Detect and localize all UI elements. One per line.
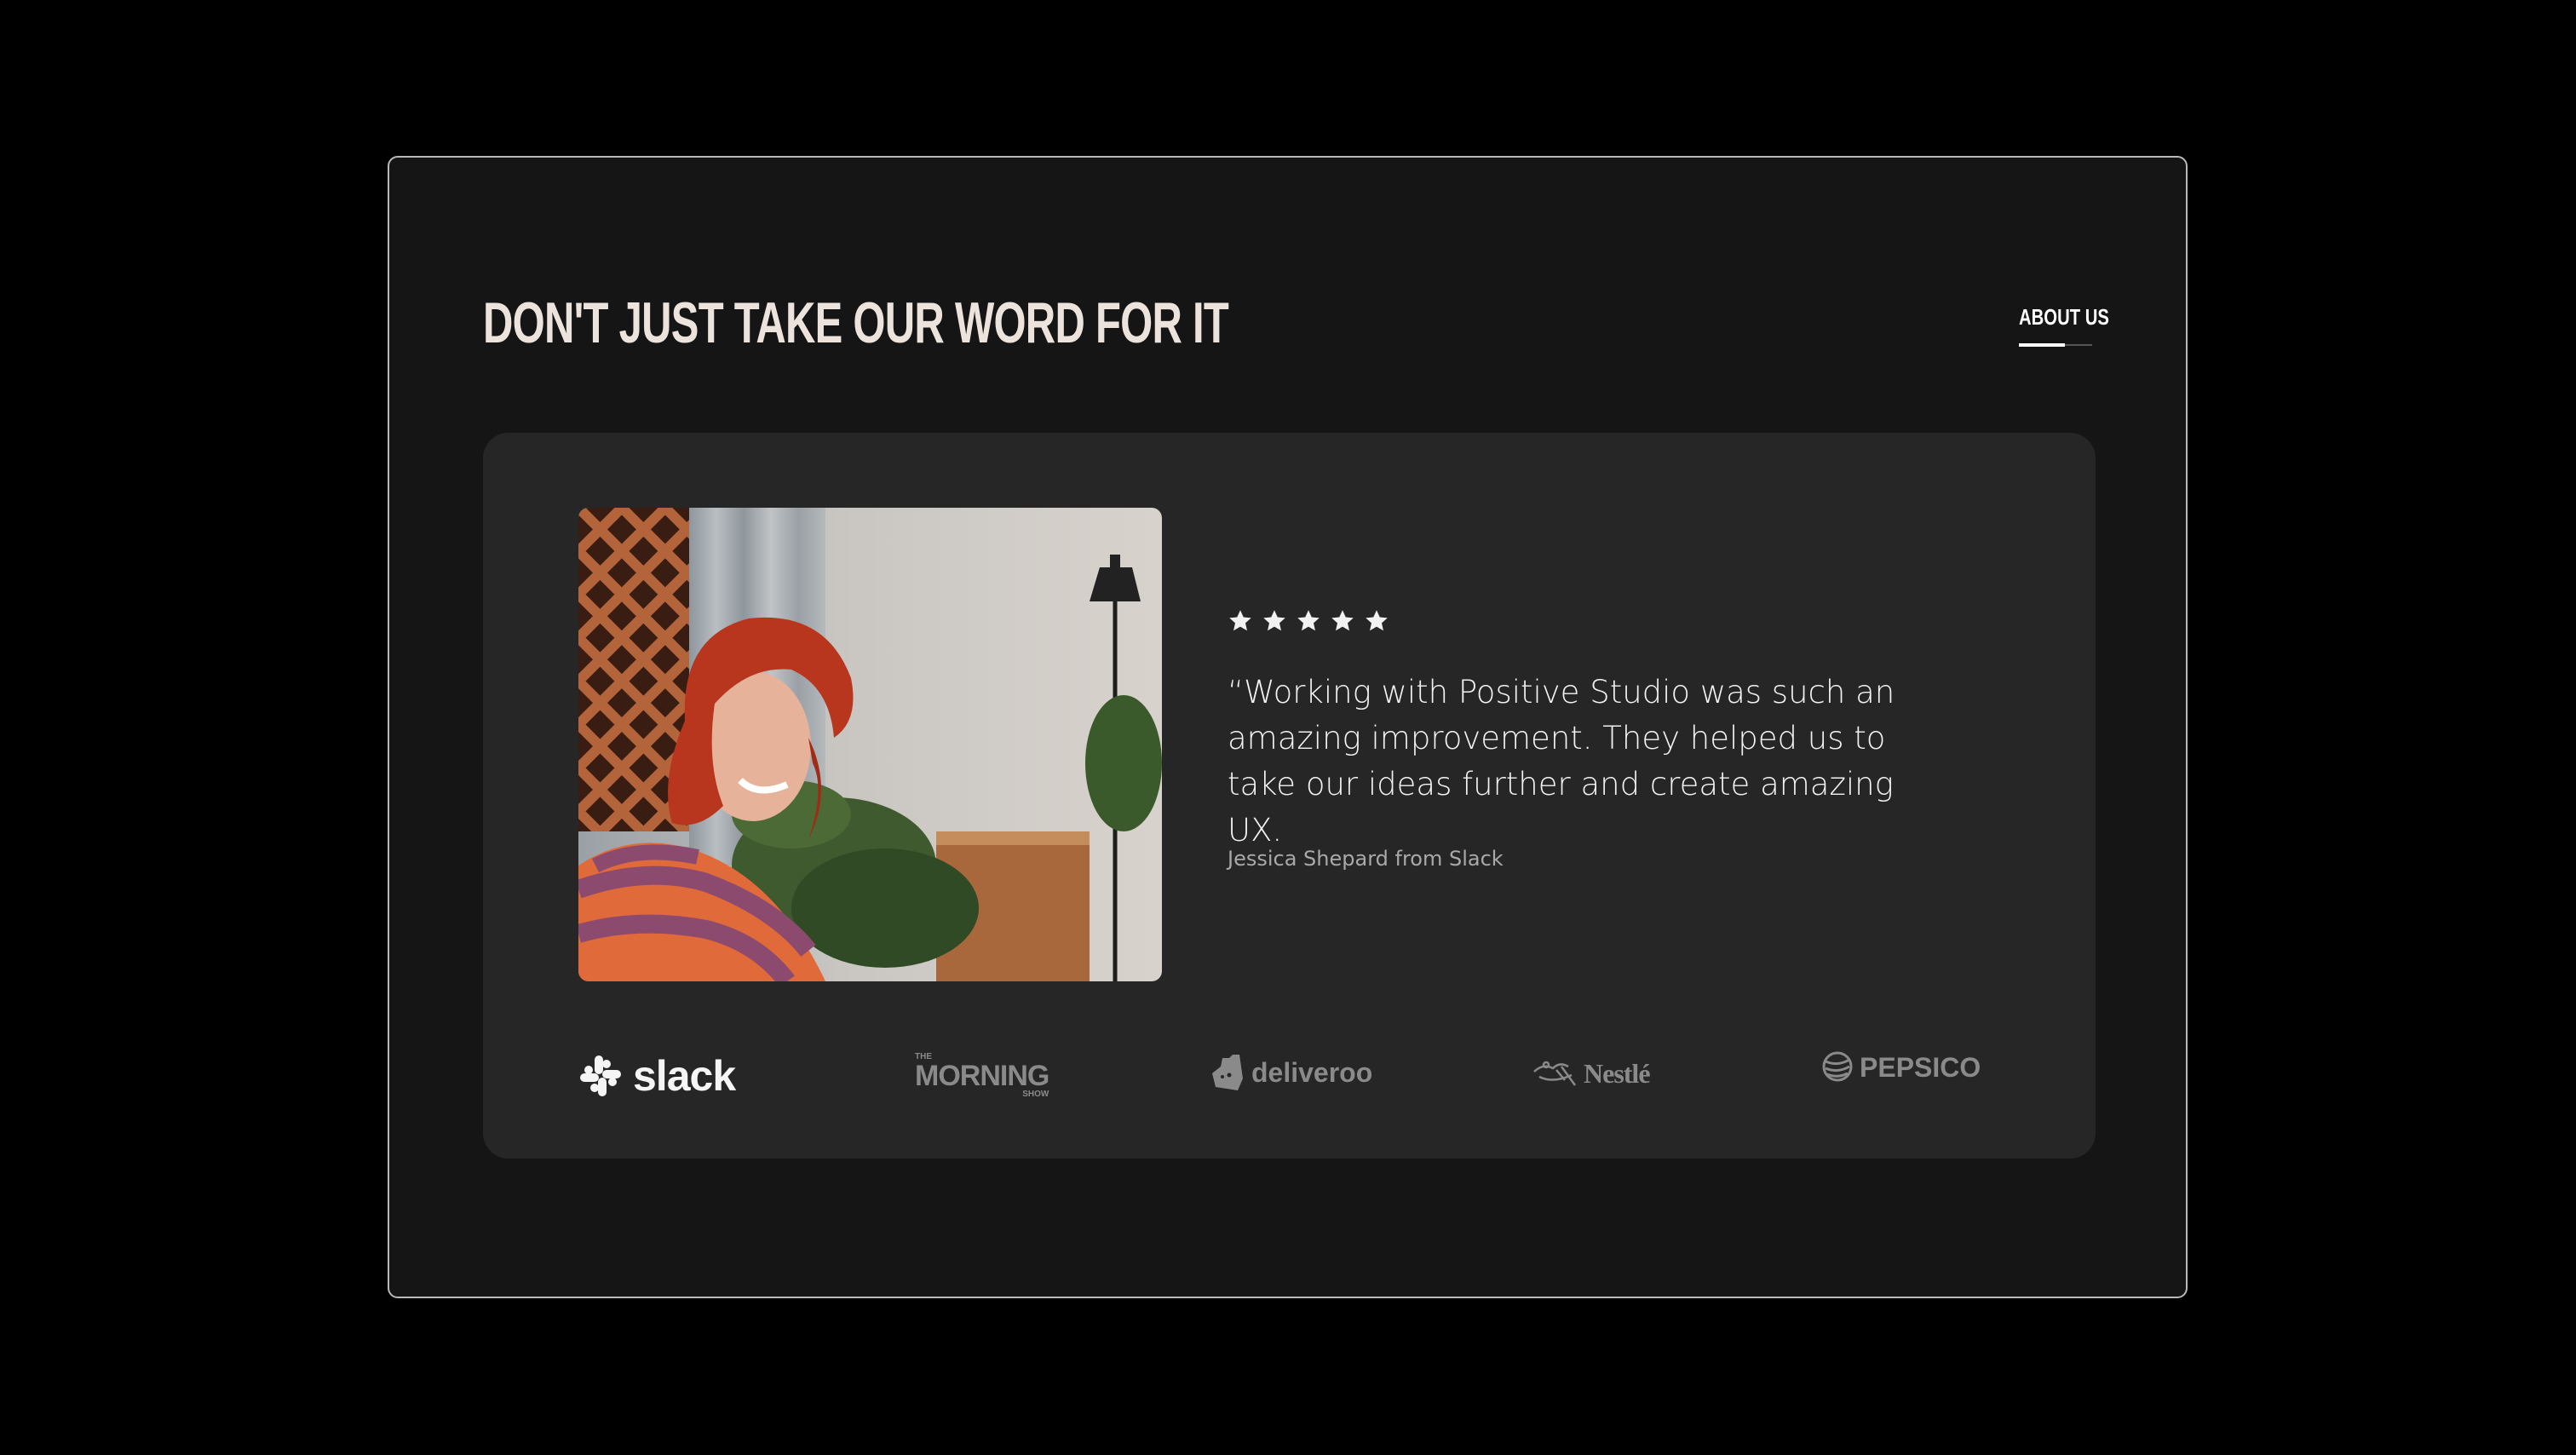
morning-show-bottom: SHOW — [1022, 1090, 1049, 1099]
customer-photo-image — [578, 508, 1162, 981]
star-icon — [1331, 610, 1354, 631]
testimonial-quote: “Working with Positive Studio was such a… — [1228, 674, 1895, 848]
morning-show-main: MORNING — [915, 1060, 1049, 1092]
deliveroo-kangaroo-icon — [1212, 1055, 1243, 1090]
nestle-logo: Nestlé — [1531, 1055, 1651, 1092]
slack-logo: slack — [578, 1051, 736, 1101]
deliveroo-wordmark: deliveroo — [1251, 1056, 1373, 1088]
about-us-underline-active — [2019, 343, 2065, 347]
pepsico-globe-icon — [1822, 1051, 1853, 1082]
star-icon — [1229, 610, 1251, 631]
star-icon — [1263, 610, 1285, 631]
nestle-wordmark: Nestlé — [1584, 1057, 1651, 1089]
about-us-label: ABOUT US — [2019, 304, 2109, 330]
pepsico-wordmark: PEPSICO — [1860, 1052, 1981, 1083]
testimonial-author: Jessica Shepard from Slack — [1228, 847, 1504, 871]
star-icon — [1366, 610, 1388, 631]
slack-hash-icon — [580, 1055, 621, 1096]
testimonial-card: “Working with Positive Studio was such a… — [483, 433, 2096, 1159]
testimonial-section: DON'T JUST TAKE OUR WORD FOR IT ABOUT US — [388, 156, 2188, 1298]
about-us-link[interactable]: ABOUT US — [2019, 304, 2109, 354]
star-icon — [1297, 610, 1320, 631]
deliveroo-logo: deliveroo — [1210, 1053, 1372, 1092]
section-title: DON'T JUST TAKE OUR WORD FOR IT — [483, 290, 1229, 355]
nestle-nest-icon — [1533, 1061, 1577, 1086]
the-morning-show-logo: THE MORNING SHOW — [915, 1053, 1049, 1099]
customer-photo — [578, 508, 1162, 981]
client-logos: slack THE MORNING SHOW deliveroo Nestlé … — [578, 1043, 2010, 1111]
slack-wordmark: slack — [633, 1052, 736, 1100]
pepsico-logo: PEPSICO — [1820, 1050, 1981, 1084]
rating-stars — [1228, 608, 1389, 634]
